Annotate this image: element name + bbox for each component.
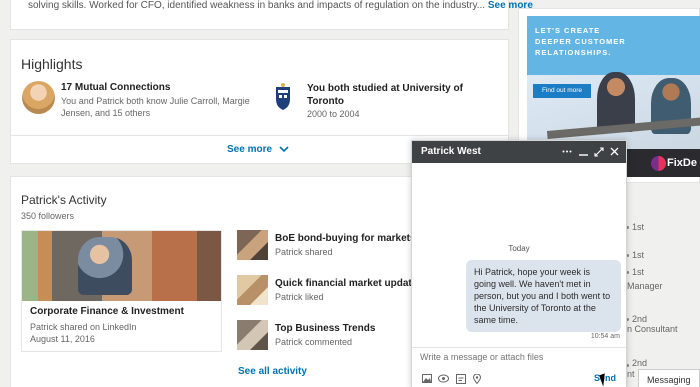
mutual-connection-avatar[interactable]	[22, 81, 55, 114]
connection-degree: 1st	[632, 267, 645, 277]
chat-divider	[412, 347, 626, 348]
ad-brand: FixDe	[667, 157, 697, 169]
post-title[interactable]: Corporate Finance & Investment	[30, 306, 184, 317]
messaging-tab[interactable]: Messaging	[638, 369, 700, 387]
chevron-down-icon	[279, 146, 289, 152]
activity-item-meta: Patrick commented	[275, 337, 353, 347]
activity-item-meta: Patrick shared	[275, 247, 333, 257]
followers-count: 350 followers	[21, 211, 75, 221]
connection-degree: 1st	[632, 250, 645, 260]
more-icon[interactable]	[562, 150, 572, 153]
university-crest-icon	[276, 83, 290, 110]
activity-item-title[interactable]: Quick financial market update	[275, 278, 417, 289]
message-bubble: Hi Patrick, hope your week is going well…	[466, 260, 621, 332]
activity-item-title[interactable]: Top Business Trends	[275, 323, 375, 334]
highlights-see-more-button[interactable]: See more	[227, 144, 289, 155]
minimize-icon[interactable]	[579, 149, 588, 156]
activity-title: Patrick's Activity	[21, 193, 107, 207]
featured-post-image[interactable]	[22, 231, 221, 301]
activity-thumbnail[interactable]	[237, 320, 268, 350]
chat-contact-name[interactable]: Patrick West	[421, 146, 481, 157]
highlights-title: Highlights	[21, 56, 83, 72]
school-highlight-title[interactable]: You both studied at University of Toront…	[307, 82, 463, 108]
activity-item-title[interactable]: BoE bond-buying for markets	[275, 233, 416, 244]
mutual-connections-text: You and Patrick both know Julie Carroll,…	[61, 96, 250, 118]
chat-window[interactable]: Patrick West Today Hi Patrick, hope your…	[411, 140, 627, 387]
connection-degree: 1st	[632, 222, 645, 232]
chat-day-label: Today	[508, 244, 530, 253]
close-icon[interactable]	[610, 147, 619, 156]
post-meta: Patrick shared on LinkedIn August 11, 20…	[30, 322, 137, 344]
messaging-tab-label: Messaging	[647, 375, 691, 385]
activity-item[interactable]: BoE bond-buying for markets Patrick shar…	[237, 230, 427, 262]
activity-item-meta: Patrick liked	[275, 292, 324, 302]
post-image-person	[78, 237, 132, 295]
connection-title: Manager	[627, 281, 663, 291]
mutual-connections-title[interactable]: 17 Mutual Connections	[61, 82, 170, 93]
featured-post-card[interactable]: Corporate Finance & Investment Patrick s…	[21, 230, 222, 352]
highlights-divider	[11, 135, 508, 136]
see-all-activity-link[interactable]: See all activity	[238, 366, 307, 377]
image-icon[interactable]	[422, 374, 432, 383]
message-input[interactable]	[420, 352, 610, 362]
chat-header[interactable]: Patrick West	[412, 141, 626, 163]
activity-item[interactable]: Quick financial market update Patrick li…	[237, 275, 427, 307]
attachment-icon[interactable]	[438, 374, 449, 383]
gif-icon[interactable]	[456, 374, 466, 384]
expand-icon[interactable]	[594, 147, 604, 157]
connection-degree: 2nd	[632, 358, 648, 368]
ad-headline: LET'S CREATE DEEPER CUSTOMER RELATIONSHI…	[535, 26, 626, 57]
activity-item[interactable]: Top Business Trends Patrick commented	[237, 320, 427, 352]
ad-find-out-more-button[interactable]: Find out more	[533, 84, 591, 98]
message-timestamp: 10:54 am	[590, 333, 620, 340]
summary-card: solving skills. Worked for CFO, identifi…	[10, 0, 533, 30]
activity-thumbnail[interactable]	[237, 275, 268, 305]
connection-title: n Consultant	[627, 324, 678, 334]
school-years: 2000 to 2004	[307, 109, 360, 119]
activity-thumbnail[interactable]	[237, 230, 268, 260]
brand-logo-icon	[651, 156, 666, 171]
location-icon[interactable]	[473, 374, 481, 384]
summary-text: solving skills. Worked for CFO, identifi…	[28, 0, 533, 11]
connection-title: nt	[627, 369, 635, 379]
connection-degree: 2nd	[632, 314, 648, 324]
